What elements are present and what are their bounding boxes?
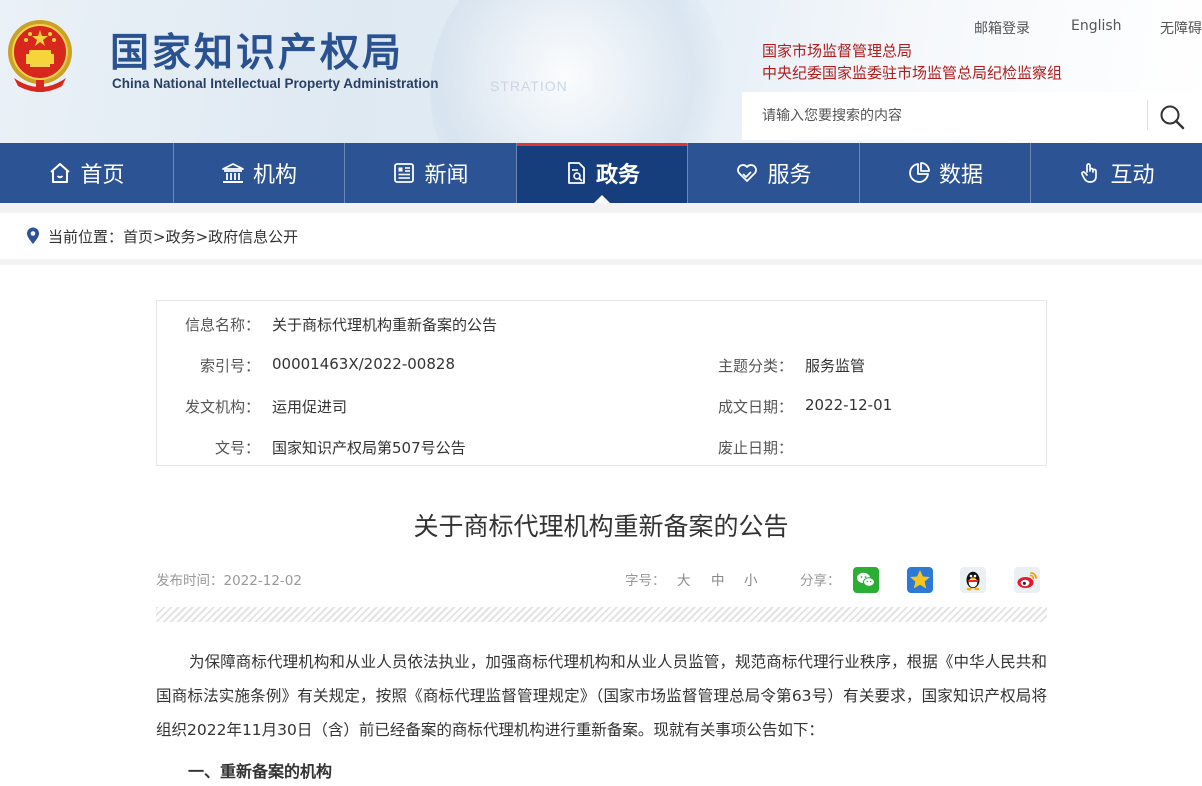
nav-item-news[interactable]: 新闻 bbox=[345, 143, 516, 203]
info-name-label: 信息名称： bbox=[184, 316, 260, 334]
info-date-value: 2022-12-01 bbox=[805, 396, 893, 414]
english-link[interactable]: English bbox=[1071, 18, 1122, 34]
nav-label: 互动 bbox=[1110, 163, 1155, 188]
main-nav: 首页 机构 新闻 政务 服务 数据 互动 bbox=[0, 143, 1202, 203]
nav-label: 服务 bbox=[767, 163, 812, 188]
nav-item-interaction[interactable]: 互动 bbox=[1031, 143, 1202, 203]
qq-penguin-icon[interactable] bbox=[960, 567, 986, 593]
info-issuer-label: 发文机构： bbox=[184, 398, 260, 416]
publish-date: 发布时间：2022-12-02 bbox=[156, 573, 302, 589]
nav-item-government-affairs[interactable]: 政务 bbox=[517, 143, 687, 203]
article-container: 信息名称： 关于商标代理机构重新备案的公告 索引号： 00001463X/202… bbox=[0, 265, 1202, 786]
font-size-label: 字号： bbox=[625, 573, 666, 589]
info-topic-label: 主题分类： bbox=[717, 357, 793, 375]
site-logo-english[interactable]: China National Intellectual Property Adm… bbox=[112, 76, 439, 91]
nav-item-institution[interactable]: 机构 bbox=[174, 143, 344, 203]
search-box bbox=[742, 92, 1202, 140]
search-input[interactable] bbox=[742, 92, 1147, 140]
header-globe-decoration bbox=[430, 0, 730, 143]
article-paragraph: 为保障商标代理机构和从业人员依法执业，加强商标代理机构和从业人员监管，规范商标代… bbox=[156, 653, 1047, 739]
location-pin-icon bbox=[27, 227, 39, 244]
font-size-small-button[interactable]: 小 bbox=[744, 569, 758, 589]
data-chart-icon bbox=[909, 162, 930, 183]
info-issuer-value: 运用促进司 bbox=[272, 398, 348, 416]
share-label: 分享： bbox=[800, 573, 841, 589]
wechat-icon[interactable] bbox=[853, 567, 879, 593]
accessibility-link[interactable]: 无障碍 bbox=[1160, 18, 1202, 38]
search-icon[interactable] bbox=[1157, 102, 1187, 132]
site-logo-chinese[interactable]: 国家知识产权局 bbox=[110, 22, 404, 78]
nav-label: 数据 bbox=[938, 163, 983, 188]
info-index-value: 00001463X/2022-00828 bbox=[272, 355, 455, 373]
search-separator bbox=[1147, 100, 1148, 130]
nav-item-data[interactable]: 数据 bbox=[860, 143, 1030, 203]
info-name-value: 关于商标代理机构重新备案的公告 bbox=[272, 316, 498, 334]
nav-label: 机构 bbox=[252, 163, 297, 188]
site-header: STRATION 国家知识产权局 China National Intellec… bbox=[0, 0, 1202, 143]
article-title: 关于商标代理机构重新备案的公告 bbox=[413, 512, 789, 541]
info-docno-label: 文号： bbox=[214, 439, 260, 457]
font-size-medium-button[interactable]: 中 bbox=[711, 569, 725, 589]
breadcrumb: 当前位置：首页>政务>政府信息公开 bbox=[0, 213, 1202, 259]
info-table: 信息名称： 关于商标代理机构重新备案的公告 索引号： 00001463X/202… bbox=[156, 300, 1047, 466]
institution-icon bbox=[222, 163, 244, 183]
nav-label: 新闻 bbox=[424, 163, 469, 188]
mail-login-link[interactable]: 邮箱登录 bbox=[974, 18, 1030, 38]
qzone-star-icon[interactable] bbox=[907, 567, 933, 593]
nav-item-service[interactable]: 服务 bbox=[688, 143, 859, 203]
agency-discipline-link[interactable]: 中央纪委国家监委驻市场监管总局纪检监察组 bbox=[762, 62, 1062, 83]
hatched-divider bbox=[156, 607, 1047, 622]
info-topic-value: 服务监管 bbox=[805, 357, 866, 375]
agency-samr-link[interactable]: 国家市场监督管理总局 bbox=[762, 40, 912, 61]
nav-label: 政务 bbox=[595, 163, 640, 188]
interaction-hand-icon bbox=[1081, 163, 1098, 183]
home-icon bbox=[50, 163, 71, 183]
service-icon bbox=[737, 164, 758, 182]
news-icon bbox=[394, 163, 415, 183]
national-emblem-icon[interactable] bbox=[6, 16, 74, 94]
weibo-icon[interactable] bbox=[1014, 567, 1040, 593]
article-section-heading: 一、重新备案的机构 bbox=[188, 762, 333, 781]
info-docno-value: 国家知识产权局第507号公告 bbox=[272, 439, 466, 457]
header-watermark: STRATION bbox=[490, 78, 568, 94]
nav-label: 首页 bbox=[80, 163, 125, 188]
nav-item-home[interactable]: 首页 bbox=[0, 143, 173, 203]
font-size-large-button[interactable]: 大 bbox=[677, 569, 691, 589]
info-expiry-label: 废止日期： bbox=[717, 439, 793, 457]
info-index-label: 索引号： bbox=[199, 357, 260, 375]
government-affairs-icon bbox=[568, 162, 585, 184]
info-date-label: 成文日期： bbox=[717, 398, 793, 416]
breadcrumb-text[interactable]: 当前位置：首页>政务>政府信息公开 bbox=[48, 226, 298, 247]
